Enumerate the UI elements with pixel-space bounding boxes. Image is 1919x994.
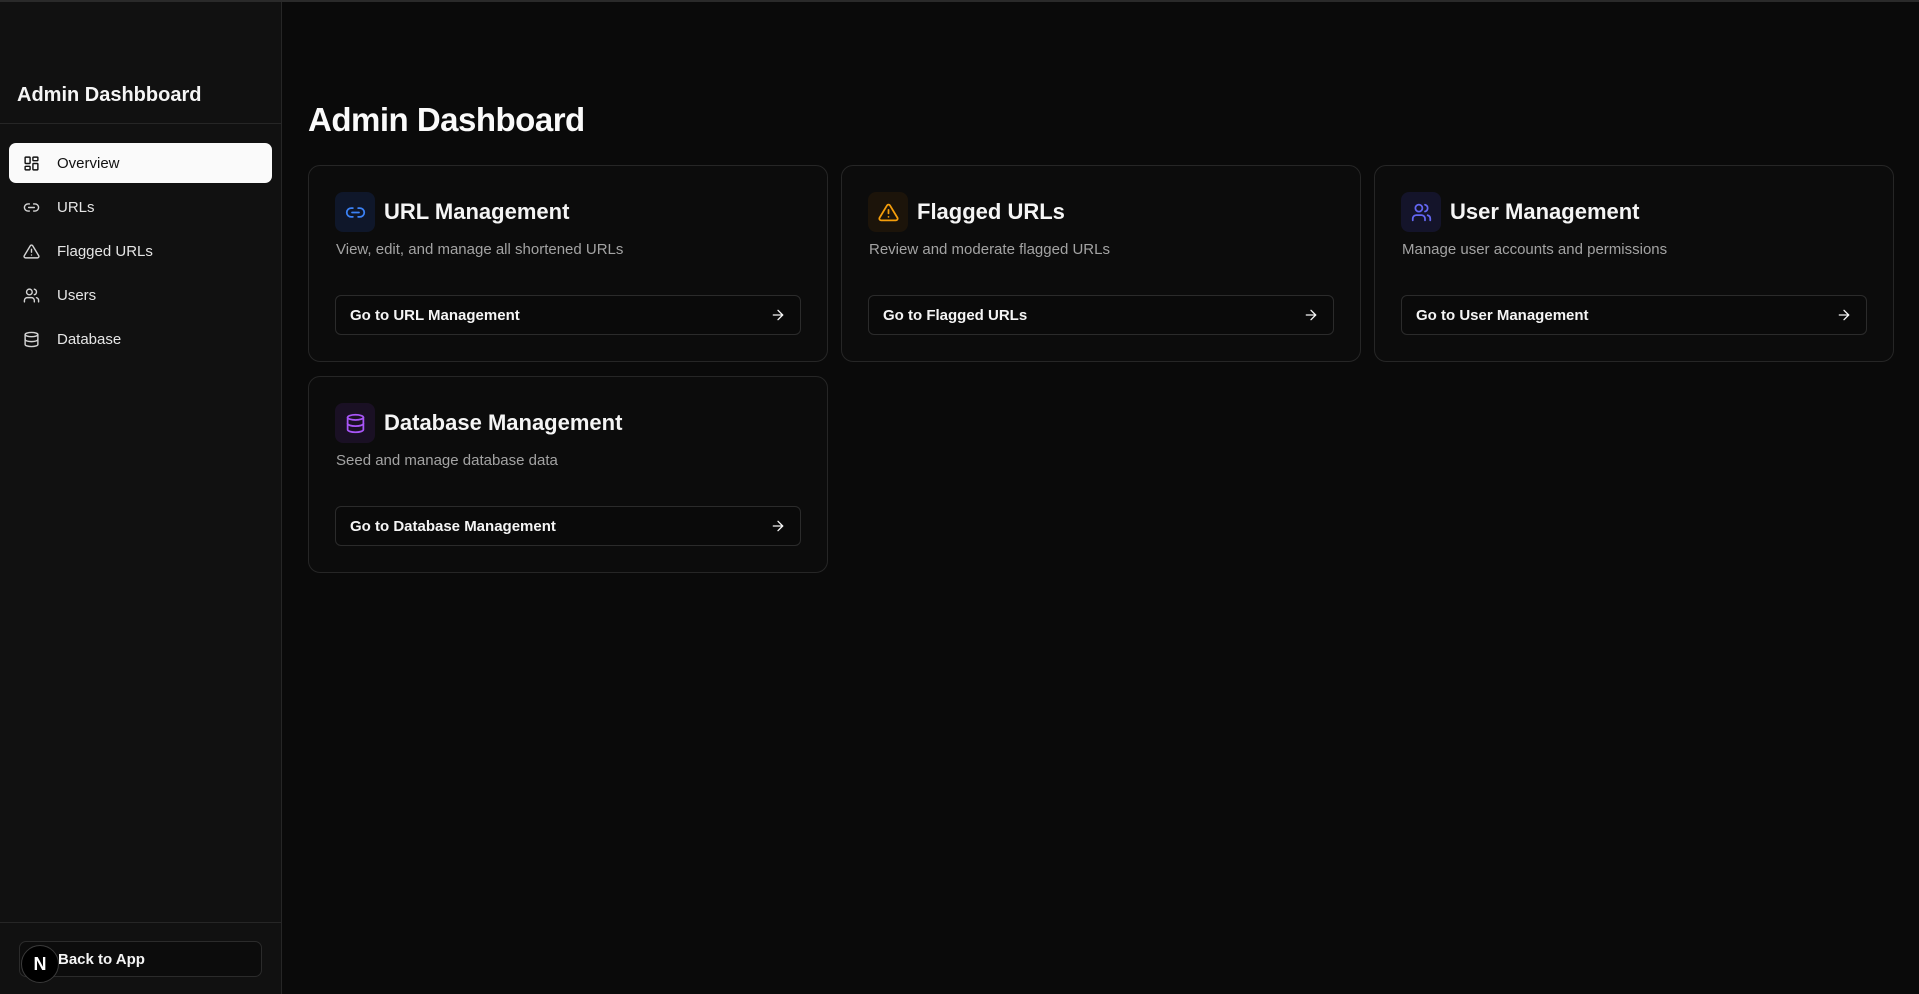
users-icon [22, 286, 40, 304]
card-user-management: User Management Manage user accounts and… [1374, 165, 1894, 362]
back-to-app-label: Back to App [58, 950, 145, 968]
sidebar-title: Admin Dashbboard [17, 84, 202, 106]
card-title: Database Management [384, 410, 623, 435]
card-title: URL Management [384, 199, 570, 224]
button-label: Go to URL Management [350, 306, 520, 324]
sidebar-item-database[interactable]: Database [9, 319, 272, 359]
sidebar-item-users[interactable]: Users [9, 275, 272, 315]
sidebar-bottom-divider [0, 922, 281, 923]
arrow-right-icon [772, 520, 784, 532]
go-to-user-management-button[interactable]: Go to User Management [1401, 295, 1867, 335]
go-to-database-management-button[interactable]: Go to Database Management [335, 506, 801, 546]
arrow-right-icon [772, 309, 784, 321]
sidebar-item-overview[interactable]: Overview [9, 143, 272, 183]
arrow-right-icon [1305, 309, 1317, 321]
page-title: Admin Dashboard [308, 101, 585, 138]
arrow-right-icon [1838, 309, 1850, 321]
alert-triangle-icon [868, 192, 908, 232]
sidebar-item-label: Database [57, 330, 122, 348]
users-icon [1401, 192, 1441, 232]
link-icon [335, 192, 375, 232]
link-icon [22, 198, 40, 216]
sidebar-item-urls[interactable]: URLs [9, 187, 272, 227]
sidebar-nav: Overview URLs Flagged URLs Users Databas… [9, 143, 272, 363]
card-url-management: URL Management View, edit, and manage al… [308, 165, 828, 362]
sidebar-divider [0, 123, 281, 124]
card-title: User Management [1450, 199, 1640, 224]
database-icon [22, 330, 40, 348]
card-description: Review and moderate flagged URLs [869, 241, 1110, 258]
card-flagged-urls: Flagged URLs Review and moderate flagged… [841, 165, 1361, 362]
card-description: View, edit, and manage all shortened URL… [336, 241, 624, 258]
top-border [0, 0, 1919, 2]
button-label: Go to Flagged URLs [883, 306, 1028, 324]
go-to-url-management-button[interactable]: Go to URL Management [335, 295, 801, 335]
sidebar-item-label: Users [57, 286, 97, 304]
database-icon [335, 403, 375, 443]
sidebar-item-flagged-urls[interactable]: Flagged URLs [9, 231, 272, 271]
sidebar-item-label: Overview [57, 154, 120, 172]
go-to-flagged-urls-button[interactable]: Go to Flagged URLs [868, 295, 1334, 335]
card-description: Seed and manage database data [336, 452, 558, 469]
button-label: Go to User Management [1416, 306, 1589, 324]
layout-grid-icon [22, 154, 40, 172]
card-description: Manage user accounts and permissions [1402, 241, 1668, 258]
sidebar-item-label: Flagged URLs [57, 242, 153, 260]
card-title: Flagged URLs [917, 199, 1065, 224]
sidebar: Admin Dashbboard Overview URLs Flagged U… [0, 2, 282, 994]
dev-badge-icon[interactable]: N [21, 945, 59, 983]
button-label: Go to Database Management [350, 517, 556, 535]
alert-triangle-icon [22, 242, 40, 260]
card-database-management: Database Management Seed and manage data… [308, 376, 828, 573]
sidebar-item-label: URLs [57, 198, 95, 216]
